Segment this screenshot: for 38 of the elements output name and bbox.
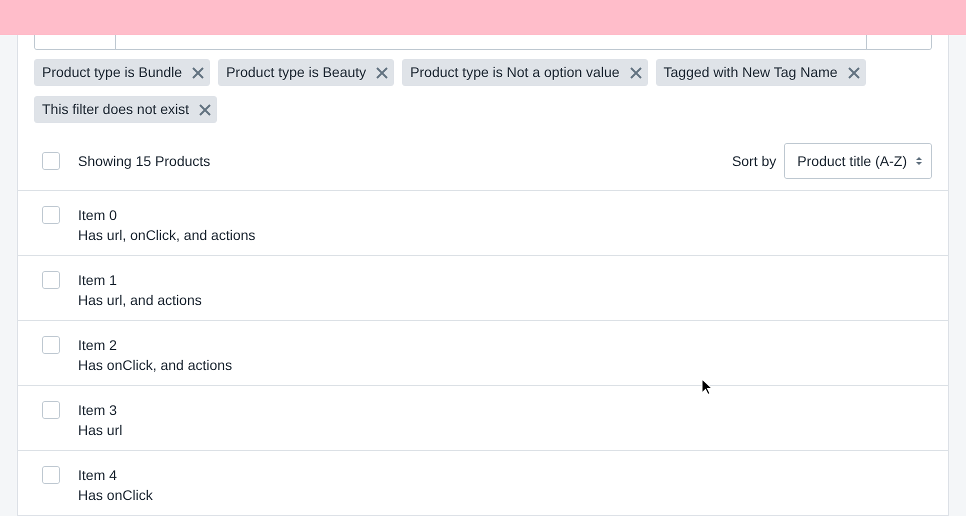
- remove-icon[interactable]: [190, 64, 206, 80]
- checkbox[interactable]: [42, 466, 60, 484]
- item-description: Has url, and actions: [78, 291, 202, 310]
- checkbox[interactable]: [42, 271, 60, 289]
- list-item[interactable]: Item 0 Has url, onClick, and actions: [18, 191, 948, 256]
- remove-icon[interactable]: [628, 64, 644, 80]
- checkbox[interactable]: [42, 152, 60, 170]
- filter-button[interactable]: [34, 35, 116, 50]
- item-title: Item 3: [78, 401, 118, 420]
- checkbox[interactable]: [42, 206, 60, 224]
- list-item[interactable]: Item 2 Has onClick, and actions: [18, 321, 948, 386]
- checkbox[interactable]: [42, 401, 60, 419]
- item-description: Has onClick, and actions: [78, 356, 232, 375]
- list-item[interactable]: Item 3 Has url: [18, 386, 948, 451]
- item-description: Has url: [78, 421, 122, 440]
- item-title: Item 1: [78, 271, 118, 290]
- item-title: Item 4: [78, 466, 118, 485]
- filter-tag-label: Product type is Not a option value: [410, 63, 620, 82]
- list-item[interactable]: Item 4 Has onClick: [18, 451, 948, 516]
- filter-tag-label: Product type is Beauty: [226, 63, 366, 82]
- select-arrows-icon: [915, 156, 923, 166]
- checkbox[interactable]: [42, 336, 60, 354]
- product-count: Showing 15 Products: [78, 152, 212, 171]
- filter-tag-label: Tagged with New Tag Name: [664, 63, 838, 82]
- filter-tag-label: Product type is Bundle: [42, 63, 182, 82]
- item-description: Has url, onClick, and actions: [78, 226, 256, 245]
- cursor-icon: [701, 378, 713, 396]
- remove-icon[interactable]: [197, 102, 214, 118]
- remove-icon[interactable]: [846, 64, 862, 80]
- item-title: Item 0: [78, 206, 118, 225]
- sort-select[interactable]: Product title (A-Z): [784, 143, 932, 179]
- item-title: Item 2: [78, 336, 118, 355]
- item-description: Has onClick: [78, 486, 153, 505]
- remove-icon[interactable]: [374, 64, 390, 80]
- sort-label: Sort by: [732, 152, 776, 171]
- list-item[interactable]: Item 1 Has url, and actions: [18, 256, 948, 321]
- save-button[interactable]: [866, 35, 932, 50]
- filter-tag-label: This filter does not exist: [42, 100, 190, 119]
